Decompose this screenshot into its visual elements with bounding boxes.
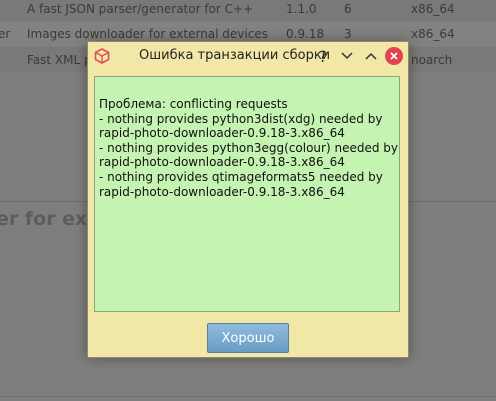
package-icon — [94, 48, 110, 64]
package-release: 6 — [344, 2, 352, 16]
minimize-button[interactable] — [338, 47, 356, 65]
chevron-down-icon — [341, 52, 353, 60]
package-description: Fast XML p — [27, 53, 92, 67]
transaction-error-dialog: Ошибка транзакции сборки ? Проблема: con… — [87, 41, 409, 358]
close-button[interactable] — [385, 47, 403, 65]
dialog-title: Ошибка транзакции сборки — [139, 48, 331, 63]
package-description: A fast JSON parser/generator for C++ — [27, 2, 254, 16]
error-message-box[interactable]: Проблема: conflicting requests - nothing… — [94, 76, 400, 312]
dialog-titlebar[interactable]: Ошибка транзакции сборки ? — [88, 42, 408, 71]
package-release: 3 — [344, 27, 352, 41]
maximize-button[interactable] — [362, 47, 380, 65]
package-arch: noarch — [411, 53, 453, 67]
close-icon — [390, 52, 398, 60]
error-message-text: Проблема: conflicting requests - nothing… — [99, 97, 398, 199]
chevron-up-icon — [365, 52, 377, 60]
table-row: A fast JSON parser/generator for C++ 1.1… — [0, 0, 496, 21]
package-name: er — [0, 27, 11, 41]
ok-button[interactable]: Хорошо — [207, 323, 289, 353]
help-button[interactable]: ? — [314, 46, 332, 66]
package-version: 1.1.0 — [286, 2, 317, 16]
help-icon: ? — [318, 46, 328, 66]
package-version: 0.9.18 — [286, 27, 325, 41]
package-description: Images downloader for external devices — [27, 27, 268, 41]
package-arch: x86_64 — [411, 2, 455, 16]
package-arch: x86_64 — [411, 27, 455, 41]
divider — [0, 396, 496, 397]
